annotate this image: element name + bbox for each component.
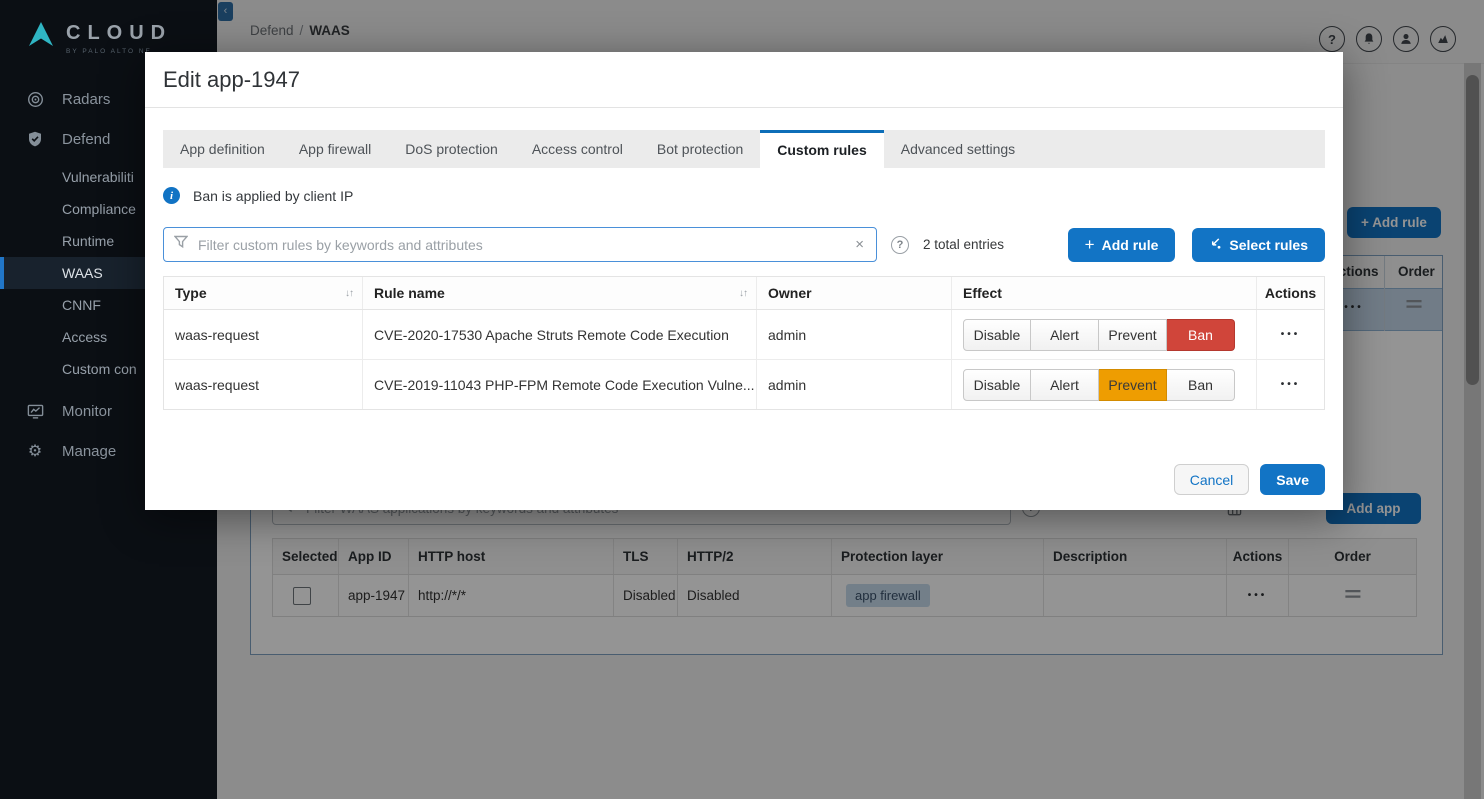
rule-row: waas-request CVE-2019-11043 PHP-FPM Remo… [164,359,1324,409]
rule-name-cell: CVE-2019-11043 PHP-FPM Remote Code Execu… [362,360,756,409]
monitor-icon [26,403,44,420]
effect-option[interactable]: Prevent [1099,319,1167,351]
cloud-logo-icon [26,20,56,55]
rule-actions-menu[interactable]: ••• [1257,329,1324,340]
filter-clear-icon[interactable]: × [853,236,866,253]
rule-owner-cell: admin [756,310,951,359]
effect-toggle-group: Disable Alert Prevent Ban [963,369,1235,401]
gear-icon: ⚙ [26,441,44,461]
tab-access-control[interactable]: Access control [515,130,640,168]
edit-app-modal: Edit app-1947 App definition App firewal… [145,52,1343,510]
tab-app-firewall[interactable]: App firewall [282,130,388,168]
tab-dos-protection[interactable]: DoS protection [388,130,515,168]
rules-toolbar: × ? 2 total entries + Add rule Select ru… [163,227,1325,262]
rule-owner-cell: admin [756,360,951,409]
sort-icon[interactable]: ↓↑ [345,288,353,299]
plus-icon: + [1085,236,1095,253]
effect-toggle-group: Disable Alert Prevent Ban [963,319,1235,351]
radar-icon [26,91,44,108]
info-banner: i Ban is applied by client IP [163,187,1325,204]
info-text: Ban is applied by client IP [193,188,353,204]
header-owner: Owner [756,277,951,309]
header-effect: Effect [951,277,1256,309]
header-type[interactable]: Type↓↑ [164,277,362,309]
effect-option[interactable]: Disable [963,319,1031,351]
shield-icon [26,131,44,147]
rule-actions-menu[interactable]: ••• [1257,379,1324,390]
tab-app-definition[interactable]: App definition [163,130,282,168]
select-rules-button[interactable]: Select rules [1192,228,1325,262]
custom-rules-header: Type↓↑ Rule name↓↑ Owner Effect Actions [164,277,1324,310]
select-arrow-icon [1209,237,1222,253]
rule-name-cell: CVE-2020-17530 Apache Struts Remote Code… [362,310,756,359]
filter-funnel-icon [174,235,188,254]
rule-type-cell: waas-request [164,360,362,409]
entries-count: 2 total entries [923,237,1004,252]
header-actions: Actions [1256,277,1324,309]
add-rule-button[interactable]: + Add rule [1068,228,1176,262]
info-icon: i [163,187,180,204]
effect-option[interactable]: Alert [1031,319,1099,351]
modal-title: Edit app-1947 [145,52,1343,108]
tab-custom-rules[interactable]: Custom rules [760,130,883,168]
effect-option[interactable]: Alert [1031,369,1099,401]
app-root: Defend/WAAS ? ‹ + Add rule Actions Order [0,0,1484,799]
save-button[interactable]: Save [1260,464,1325,495]
header-rule-name[interactable]: Rule name↓↑ [362,277,756,309]
effect-option[interactable]: Disable [963,369,1031,401]
rule-row: waas-request CVE-2020-17530 Apache Strut… [164,310,1324,359]
effect-option[interactable]: Ban [1167,369,1235,401]
effect-option[interactable]: Ban [1167,319,1235,351]
sort-icon[interactable]: ↓↑ [739,288,747,299]
rules-filter-wrapper: × [163,227,877,262]
custom-rules-table: Type↓↑ Rule name↓↑ Owner Effect Actions … [163,276,1325,410]
rule-type-cell: waas-request [164,310,362,359]
cancel-button[interactable]: Cancel [1174,464,1250,495]
brand-logo: CLOUD BY PALO ALTO NE [0,0,217,55]
effect-option[interactable]: Prevent [1099,369,1167,401]
modal-footer: Cancel Save [1174,464,1325,495]
tab-bot-protection[interactable]: Bot protection [640,130,760,168]
tab-advanced-settings[interactable]: Advanced settings [884,130,1032,168]
rules-filter-input[interactable] [196,236,845,254]
brand-name: CLOUD [66,20,172,46]
rules-help-icon[interactable]: ? [891,236,909,254]
modal-tabs: App definition App firewall DoS protecti… [163,130,1325,168]
